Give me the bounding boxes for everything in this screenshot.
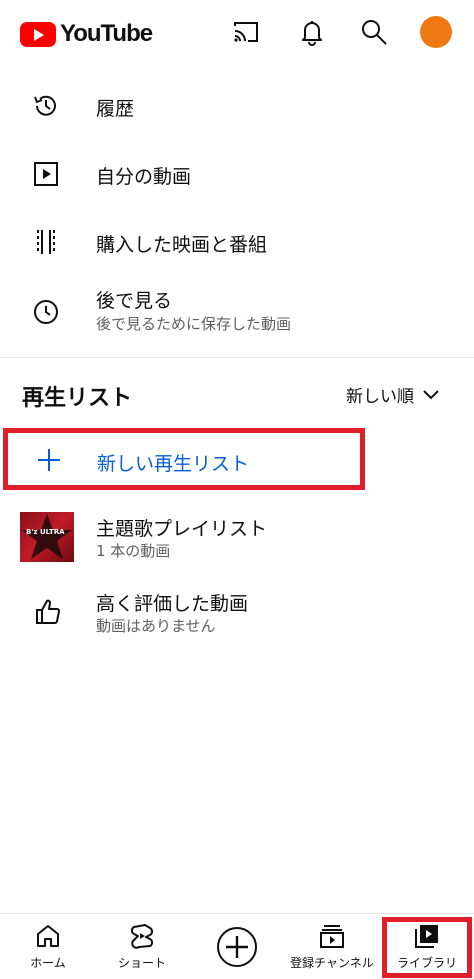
cast-icon[interactable] [232,18,260,46]
menu-label: 後で見る [96,290,173,312]
thumbnail-text: B'z ULTRA [26,528,65,536]
playlist-title: 高く評価した動画 [96,593,249,615]
nav-shorts[interactable]: ショート [104,914,180,979]
sort-label: 新しい順 [346,387,414,407]
bell-icon[interactable] [298,18,326,46]
plus-icon [38,449,60,471]
nav-home[interactable]: ホーム [12,914,84,979]
history-icon [34,95,56,116]
top-app-bar: YouTube [0,0,474,66]
shorts-icon [130,924,154,949]
thumbs-up-icon [36,599,61,624]
menu-label: 自分の動画 [96,166,192,188]
liked-videos-item[interactable]: 高く評価した動画 動画はありません [0,584,474,640]
youtube-play-logo-icon [20,21,56,47]
playlist-thumbnail: B'z ULTRA [20,512,74,562]
avatar[interactable] [420,16,452,48]
youtube-logo[interactable]: YouTube [20,20,153,48]
menu-item-watch-later[interactable]: 後で見る 後で見るために保存した動画 [0,284,474,340]
menu-label: 購入した映画と番組 [96,234,268,256]
library-highlight-box [382,917,472,978]
menu-sublabel: 後で見るために保存した動画 [96,315,292,333]
playlist-title: 主題歌プレイリスト [96,518,268,540]
star-graphic-icon [22,514,72,559]
clock-icon [34,300,58,324]
playlist-item[interactable]: B'z ULTRA 主題歌プレイリスト 1 本の動画 [0,506,474,568]
home-icon [37,925,59,947]
new-playlist-label: 新しい再生リスト [97,453,250,475]
play-icon [34,162,58,186]
menu-item-your-videos[interactable]: 自分の動画 [0,152,474,196]
nav-label: ショート [117,956,166,970]
film-icon [37,230,55,254]
menu-label: 履歴 [96,98,135,120]
search-icon[interactable] [360,18,388,46]
menu-item-history[interactable]: 履歴 [0,84,474,128]
nav-subscriptions[interactable]: 登録チャンネル [282,914,382,979]
menu-item-purchases[interactable]: 購入した映画と番組 [0,220,474,264]
playlists-title: 再生リスト [22,386,133,411]
playlist-sub: 動画はありません [96,617,216,635]
nav-label: 登録チャンネル [290,956,374,970]
sort-dropdown[interactable]: 新しい順 [346,382,440,407]
new-playlist-button[interactable]: 新しい再生リスト [3,428,365,490]
chevron-down-icon [423,389,439,399]
logo-text: YouTube [60,20,153,47]
subscriptions-icon [320,925,344,948]
playlist-sub: 1 本の動画 [96,542,171,560]
nav-label: ホーム [30,956,66,970]
create-icon[interactable] [216,926,258,968]
section-divider [0,357,474,358]
